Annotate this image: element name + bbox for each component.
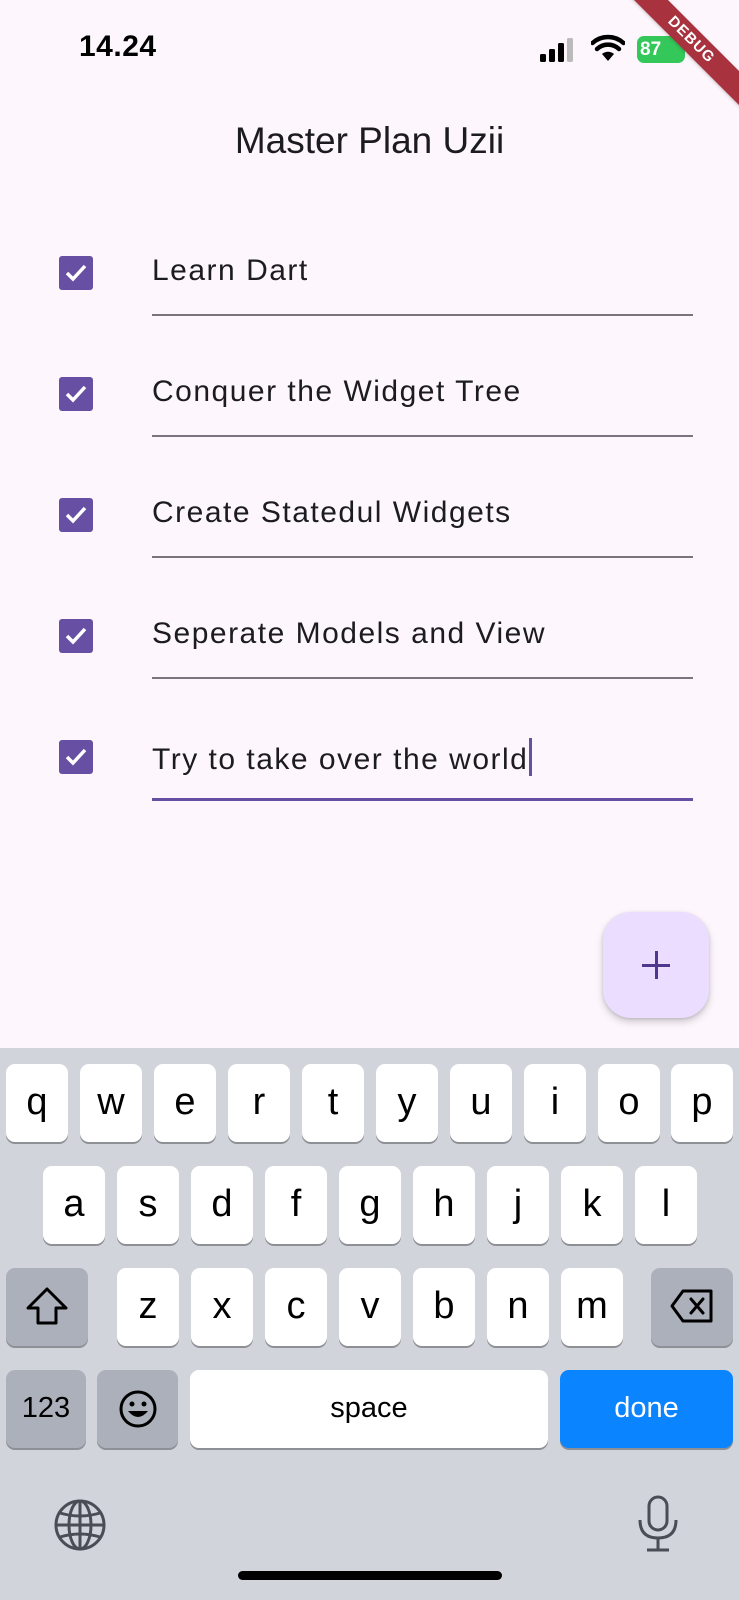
key-k[interactable]: k: [561, 1166, 623, 1244]
backspace-key[interactable]: [651, 1268, 733, 1346]
cellular-signal-icon: [540, 38, 573, 62]
key-i[interactable]: i: [524, 1064, 586, 1142]
key-l[interactable]: l: [635, 1166, 697, 1244]
key-g[interactable]: g: [339, 1166, 401, 1244]
key-r[interactable]: r: [228, 1064, 290, 1142]
key-d[interactable]: d: [191, 1166, 253, 1244]
text-caret: [529, 738, 533, 776]
key-z[interactable]: z: [117, 1268, 179, 1346]
task-checkbox[interactable]: [59, 498, 93, 532]
key-w[interactable]: w: [80, 1064, 142, 1142]
key-x[interactable]: x: [191, 1268, 253, 1346]
microphone-icon[interactable]: [636, 1494, 680, 1554]
key-h[interactable]: h: [413, 1166, 475, 1244]
status-bar: 14.24 87: [0, 0, 739, 100]
key-u[interactable]: u: [450, 1064, 512, 1142]
check-icon: [65, 506, 87, 524]
status-time: 14.24: [79, 30, 157, 63]
keyboard: q w e r t y u i o p a s d f g h j k l z …: [0, 1048, 739, 1600]
battery-level: 87: [640, 39, 662, 60]
task-row: Learn Dart: [0, 236, 739, 357]
key-f[interactable]: f: [265, 1166, 327, 1244]
shift-icon: [26, 1287, 68, 1325]
key-o[interactable]: o: [598, 1064, 660, 1142]
task-row: Create Statedul Widgets: [0, 478, 739, 599]
task-checkbox[interactable]: [59, 619, 93, 653]
task-checkbox[interactable]: [59, 256, 93, 290]
backspace-icon: [670, 1289, 713, 1323]
key-n[interactable]: n: [487, 1268, 549, 1346]
emoji-key[interactable]: [97, 1370, 178, 1448]
task-text-value: Try to take over the world: [152, 743, 529, 776]
task-row: Conquer the Widget Tree: [0, 357, 739, 478]
numbers-key[interactable]: 123: [6, 1370, 86, 1448]
key-q[interactable]: q: [6, 1064, 68, 1142]
check-icon: [65, 385, 87, 403]
key-b[interactable]: b: [413, 1268, 475, 1346]
task-text-field[interactable]: Create Statedul Widgets: [152, 496, 512, 530]
key-c[interactable]: c: [265, 1268, 327, 1346]
home-indicator[interactable]: [238, 1571, 502, 1580]
check-icon: [65, 627, 87, 645]
page-title: Master Plan Uzii: [234, 120, 505, 161]
task-text-field[interactable]: Seperate Models and View: [152, 617, 546, 651]
key-y[interactable]: y: [376, 1064, 438, 1142]
globe-icon[interactable]: [53, 1498, 107, 1552]
check-icon: [65, 748, 87, 766]
key-v[interactable]: v: [339, 1268, 401, 1346]
wifi-icon: [591, 34, 625, 61]
text-field-underline-focused: [152, 798, 693, 801]
key-p[interactable]: p: [671, 1064, 733, 1142]
task-row: Try to take over the world: [0, 720, 739, 841]
add-task-button[interactable]: [603, 912, 709, 1018]
task-checkbox[interactable]: [59, 377, 93, 411]
key-m[interactable]: m: [561, 1268, 623, 1346]
task-text-field[interactable]: Learn Dart: [152, 254, 309, 288]
task-checkbox[interactable]: [59, 740, 93, 774]
key-e[interactable]: e: [154, 1064, 216, 1142]
text-field-underline: [152, 314, 693, 316]
text-field-underline: [152, 435, 693, 437]
check-icon: [65, 264, 87, 282]
text-field-underline: [152, 677, 693, 679]
task-text-field[interactable]: Conquer the Widget Tree: [152, 375, 522, 409]
key-j[interactable]: j: [487, 1166, 549, 1244]
shift-key[interactable]: [6, 1268, 88, 1346]
key-a[interactable]: a: [43, 1166, 105, 1244]
task-row: Seperate Models and View: [0, 599, 739, 720]
text-field-underline: [152, 556, 693, 558]
task-text-field-focused[interactable]: Try to take over the world: [152, 738, 533, 777]
emoji-icon: [119, 1390, 156, 1428]
space-key[interactable]: space: [190, 1370, 548, 1448]
key-s[interactable]: s: [117, 1166, 179, 1244]
key-t[interactable]: t: [302, 1064, 364, 1142]
done-key[interactable]: done: [560, 1370, 733, 1448]
